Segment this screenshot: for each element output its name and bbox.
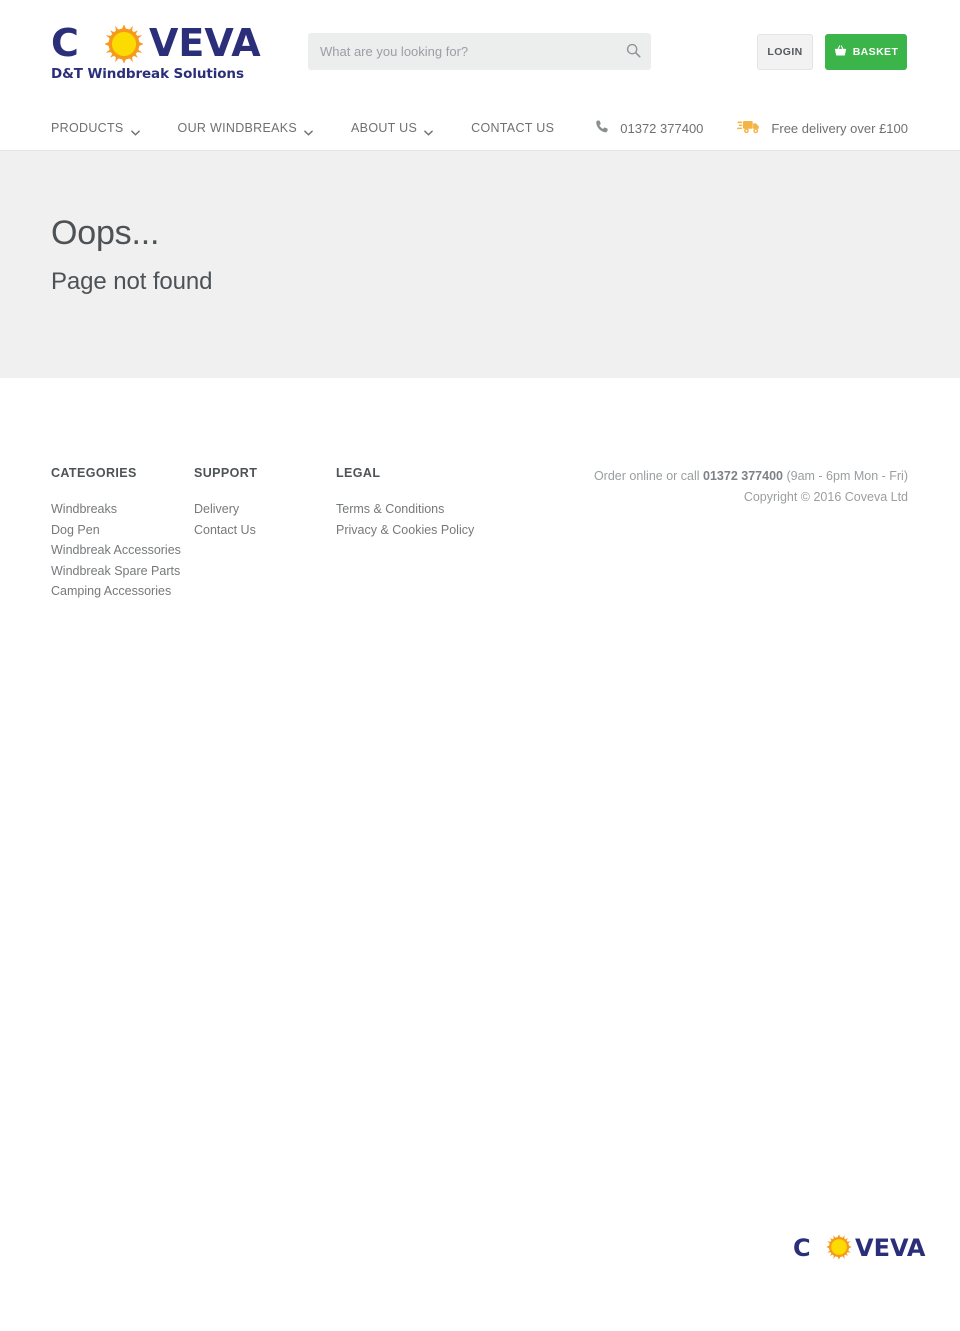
footer-copyright: Copyright © 2016 Coveva Ltd — [743, 490, 908, 504]
site-logo[interactable]: C VEVA D&T Windbreak Solutions — [51, 23, 291, 85]
nav-item-list: PRODUCTS OUR WINDBREAKS ABOUT US CONTACT… — [51, 106, 592, 150]
chevron-down-icon — [304, 125, 313, 136]
footer-logo-letter-c: C — [793, 1234, 811, 1262]
delivery-notice: Free delivery over £100 — [737, 118, 908, 138]
footer-column-support: SUPPORT Delivery Contact Us — [194, 466, 324, 540]
login-button[interactable]: LOGIN — [757, 34, 813, 70]
truck-icon — [737, 118, 761, 138]
search-button[interactable] — [615, 33, 651, 70]
footer-logo-wordmark: C VEVA — [793, 1233, 926, 1263]
footer-order-prefix: Order online or call — [593, 469, 704, 483]
footer-logo-letters-veva: VEVA — [855, 1234, 926, 1262]
phone-icon — [595, 119, 610, 137]
logo-letters-veva: VEVA — [149, 21, 261, 65]
footer-link-windbreak-accessories[interactable]: Windbreak Accessories — [51, 540, 221, 561]
header-phone-label: 01372 377400 — [620, 120, 704, 136]
nav-item-our-windbreaks[interactable]: OUR WINDBREAKS — [177, 121, 314, 136]
footer-order-hours: (9am - 6pm Mon - Fri) — [782, 469, 908, 483]
nav-item-contact-us[interactable]: CONTACT US — [471, 121, 554, 135]
page-subtitle: Page not found — [51, 268, 213, 295]
footer-link-delivery[interactable]: Delivery — [194, 499, 324, 520]
nav-item-products[interactable]: PRODUCTS — [51, 121, 140, 136]
delivery-label: Free delivery over £100 — [771, 120, 908, 136]
nav-label: ABOUT US — [351, 121, 418, 135]
footer-link-terms-conditions[interactable]: Terms & Conditions — [336, 499, 476, 520]
chevron-down-icon — [424, 125, 433, 136]
logo-wordmark: C VEVA — [51, 21, 266, 65]
error-hero-section: Oops... Page not found — [0, 150, 960, 378]
logo-letter-c: C — [51, 21, 79, 65]
footer-link-privacy-cookies-policy[interactable]: Privacy & Cookies Policy — [336, 520, 476, 541]
search-icon — [626, 43, 641, 61]
nav-label: CONTACT US — [471, 121, 555, 135]
footer: CATEGORIES Windbreaks Dog Pen Windbreak … — [0, 378, 960, 1331]
page-title: Oops... — [51, 214, 160, 252]
logo-tagline: D&T Windbreak Solutions — [51, 66, 244, 82]
search-bar — [308, 33, 651, 70]
footer-phone-number[interactable]: 01372 377400 — [703, 469, 783, 483]
footer-contact-info: Order online or call 01372 377400 (9am -… — [594, 466, 908, 508]
nav-label: PRODUCTS — [51, 121, 124, 135]
nav-item-about-us[interactable]: ABOUT US — [351, 121, 433, 136]
basket-label: BASKET — [852, 46, 899, 58]
page-root: C VEVA D&T Windbreak Solutions What are … — [0, 0, 960, 1331]
sun-icon — [104, 24, 144, 64]
footer-order-line: Order online or call 01372 377400 (9am -… — [594, 466, 908, 487]
header-phone[interactable]: 01372 377400 — [595, 119, 703, 137]
footer-column-legal: LEGAL Terms & Conditions Privacy & Cooki… — [336, 466, 476, 540]
footer-heading-support: SUPPORT — [194, 466, 258, 480]
footer-logo[interactable]: C VEVA — [793, 1233, 926, 1263]
search-input[interactable] — [308, 33, 618, 70]
main-navigation: PRODUCTS OUR WINDBREAKS ABOUT US CONTACT… — [0, 106, 960, 150]
nav-contact-group: 01372 377400 Free delivery over £100 — [595, 106, 908, 150]
footer-link-contact-us[interactable]: Contact Us — [194, 520, 324, 541]
nav-label: OUR WINDBREAKS — [177, 121, 298, 135]
footer-link-camping-accessories[interactable]: Camping Accessories — [51, 581, 221, 602]
basket-icon — [834, 44, 847, 60]
footer-link-windbreak-spare-parts[interactable]: Windbreak Spare Parts — [51, 561, 221, 582]
footer-heading-legal: LEGAL — [336, 466, 381, 480]
sun-icon — [826, 1234, 852, 1260]
basket-button[interactable]: BASKET — [825, 34, 907, 70]
header: C VEVA D&T Windbreak Solutions What are … — [0, 0, 960, 106]
chevron-down-icon — [130, 125, 140, 136]
